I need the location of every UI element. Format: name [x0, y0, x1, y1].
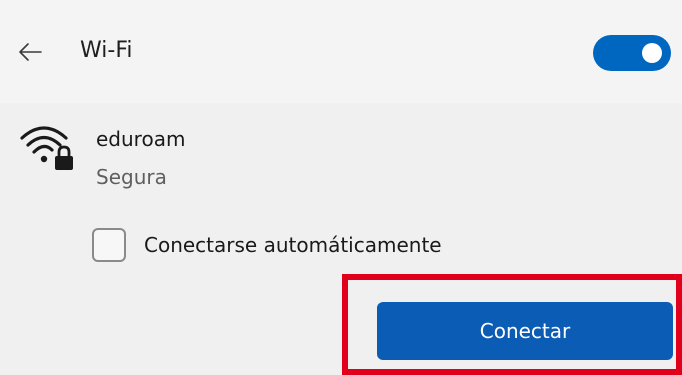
toggle-knob [642, 43, 662, 63]
wifi-secured-icon [20, 126, 73, 170]
back-arrow-icon [19, 43, 42, 61]
auto-connect-row[interactable]: Conectarse automáticamente [92, 225, 442, 265]
wifi-header: Wi-Fi [0, 0, 682, 103]
wifi-toggle[interactable] [593, 35, 671, 71]
network-name: eduroam [96, 127, 186, 151]
page-title: Wi-Fi [80, 38, 133, 63]
wifi-panel: Wi-Fi eduroam Segura Conectarse automáti… [0, 0, 682, 375]
auto-connect-checkbox[interactable] [92, 228, 126, 262]
back-button[interactable] [10, 32, 50, 72]
network-status: Segura [96, 165, 167, 189]
connect-button[interactable]: Conectar [377, 302, 673, 360]
auto-connect-label: Conectarse automáticamente [144, 233, 442, 257]
